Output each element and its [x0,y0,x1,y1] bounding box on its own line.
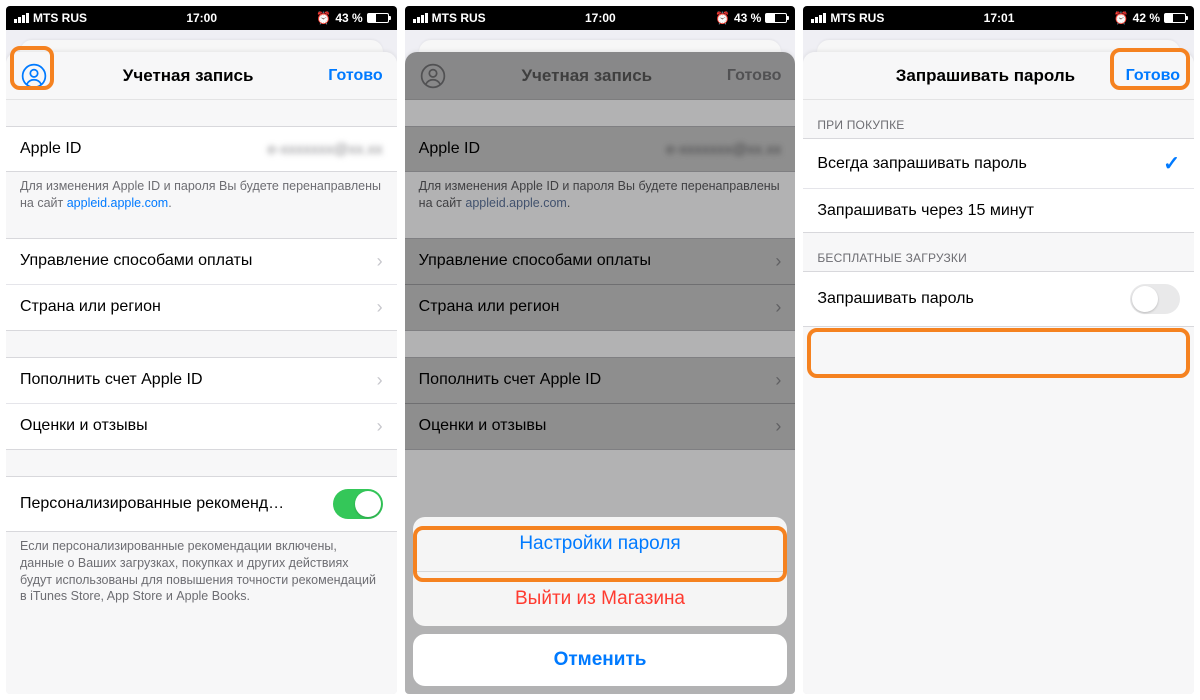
personalized-recs-label: Персонализированные рекоменд… [20,495,300,513]
ratings-reviews-label: Оценки и отзывы [419,417,772,435]
manage-payment-label: Управление способами оплаты [419,252,772,270]
alarm-icon: ⏰ [715,11,730,25]
carrier-label: MTS RUS [830,11,884,25]
chevron-right-icon: › [775,370,781,391]
require-password-row[interactable]: Запрашивать пароль [803,272,1194,326]
screen-2-account-actionsheet: MTS RUS 17:00 ⏰ 43 % Учетная запись Гото… [405,6,796,694]
battery-icon [367,13,389,23]
page-title: Запрашивать пароль [845,66,1125,86]
apple-id-footnote: Для изменения Apple ID и пароля Вы будет… [6,172,397,212]
user-avatar-icon[interactable] [20,62,48,90]
screen-3-require-password: MTS RUS 17:01 ⏰ 42 % Запрашивать пароль … [803,6,1194,694]
page-title: Учетная запись [447,66,727,86]
apple-id-row[interactable]: Apple ID e-xxxxxxx@xx.xx [6,127,397,171]
option-always-require[interactable]: Всегда запрашивать пароль ✓ [803,139,1194,188]
chevron-right-icon: › [377,251,383,272]
action-sign-out[interactable]: Выйти из Магазина [413,571,788,626]
topup-label: Пополнить счет Apple ID [419,371,772,389]
done-button[interactable]: Готово [1126,67,1180,85]
action-sheet: Настройки пароля Выйти из Магазина Отмен… [413,517,788,686]
status-bar: MTS RUS 17:01 ⏰ 42 % [803,6,1194,30]
chevron-right-icon: › [377,297,383,318]
chevron-right-icon: › [775,251,781,272]
battery-pct: 43 % [734,11,761,25]
page-title: Учетная запись [48,66,328,86]
signal-icon [811,13,826,23]
alarm-icon: ⏰ [316,11,331,25]
apple-id-label: Apple ID [20,140,81,158]
nav-bar: Учетная запись Готово [6,52,397,100]
country-region-label: Страна или регион [419,298,772,316]
signal-icon [14,13,29,23]
nav-bar: Учетная запись Готово [405,52,796,100]
topup-row: Пополнить счет Apple ID › [405,358,796,403]
apple-id-row: Apple ID e-xxxxxxx@xx.xx [405,127,796,171]
action-password-settings[interactable]: Настройки пароля [413,517,788,571]
option-require-after-15[interactable]: Запрашивать через 15 минут [803,188,1194,232]
country-region-row: Страна или регион › [405,284,796,330]
user-avatar-icon [419,62,447,90]
manage-payment-row[interactable]: Управление способами оплаты › [6,239,397,284]
section-header-purchase: ПРИ ПОКУПКЕ [803,100,1194,138]
nav-bar: Запрашивать пароль Готово [803,52,1194,100]
personalized-recs-toggle[interactable] [333,489,383,519]
topup-label: Пополнить счет Apple ID [20,371,373,389]
country-region-row[interactable]: Страна или регион › [6,284,397,330]
battery-pct: 42 % [1133,11,1160,25]
manage-payment-row: Управление способами оплаты › [405,239,796,284]
chevron-right-icon: › [775,297,781,318]
apple-id-value: e-xxxxxxx@xx.xx [666,141,781,158]
status-bar: MTS RUS 17:00 ⏰ 43 % [6,6,397,30]
option-require-after-15-label: Запрашивать через 15 минут [817,202,1180,220]
clock-label: 17:00 [186,11,217,25]
ratings-reviews-label: Оценки и отзывы [20,417,373,435]
status-bar: MTS RUS 17:00 ⏰ 43 % [405,6,796,30]
chevron-right-icon: › [377,370,383,391]
ratings-reviews-row[interactable]: Оценки и отзывы › [6,403,397,449]
appleid-link[interactable]: appleid.apple.com [67,196,168,210]
clock-label: 17:01 [984,11,1015,25]
ratings-reviews-row: Оценки и отзывы › [405,403,796,449]
require-password-label: Запрашивать пароль [817,290,1130,308]
signal-icon [413,13,428,23]
carrier-label: MTS RUS [432,11,486,25]
card-stack-peek [817,40,1180,52]
topup-row[interactable]: Пополнить счет Apple ID › [6,358,397,403]
apple-id-footnote: Для изменения Apple ID и пароля Вы будет… [405,172,796,212]
action-sheet-group: Настройки пароля Выйти из Магазина [413,517,788,626]
chevron-right-icon: › [377,416,383,437]
screen-1-account: MTS RUS 17:00 ⏰ 43 % Учетная запись Гото… [6,6,397,694]
manage-payment-label: Управление способами оплаты [20,252,373,270]
card-stack-peek [419,40,782,52]
battery-icon [1164,13,1186,23]
appleid-link: appleid.apple.com [465,196,566,210]
section-header-free: БЕСПЛАТНЫЕ ЗАГРУЗКИ [803,233,1194,271]
apple-id-label: Apple ID [419,140,480,158]
alarm-icon: ⏰ [1114,11,1129,25]
country-region-label: Страна или регион [20,298,373,316]
card-stack-peek [20,40,383,52]
done-button: Готово [727,67,781,85]
carrier-label: MTS RUS [33,11,87,25]
battery-icon [765,13,787,23]
done-button[interactable]: Готово [328,67,382,85]
checkmark-icon: ✓ [1163,151,1180,176]
option-always-require-label: Всегда запрашивать пароль [817,155,1163,173]
action-cancel[interactable]: Отменить [413,634,788,686]
apple-id-value: e-xxxxxxx@xx.xx [267,141,382,158]
personalized-recs-footnote: Если персонализированные рекомендации вк… [6,532,397,606]
battery-pct: 43 % [335,11,362,25]
require-password-toggle[interactable] [1130,284,1180,314]
chevron-right-icon: › [775,416,781,437]
personalized-recs-row[interactable]: Персонализированные рекоменд… [6,477,397,531]
clock-label: 17:00 [585,11,616,25]
